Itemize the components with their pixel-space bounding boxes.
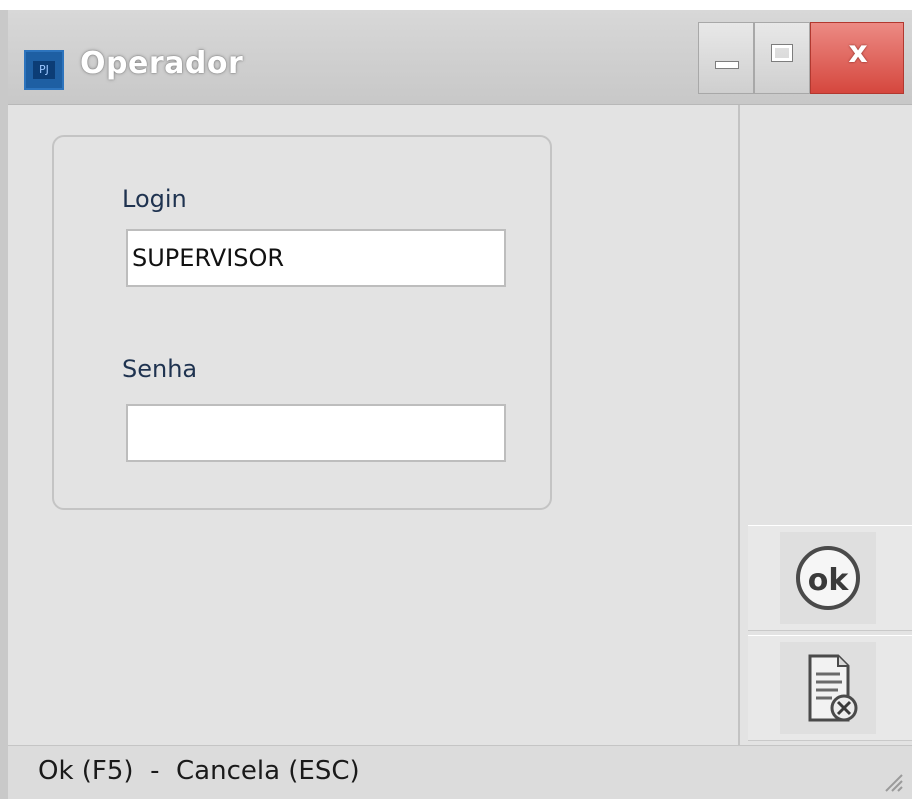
status-shortcuts-text: Ok (F5) - Cancela (ESC) <box>38 756 360 786</box>
login-input[interactable] <box>126 229 506 287</box>
close-button[interactable]: x <box>810 22 904 94</box>
ok-button[interactable]: ok <box>748 525 912 631</box>
title-bar[interactable]: PJ Operador x <box>8 10 912 105</box>
cancel-document-icon <box>808 654 858 722</box>
minimize-icon <box>715 61 739 69</box>
login-form-panel: Login Senha <box>52 135 552 510</box>
window-content: Login Senha ok <box>8 105 912 745</box>
password-input[interactable] <box>126 404 506 462</box>
maximize-button[interactable] <box>754 22 810 94</box>
resize-grip-icon[interactable] <box>880 769 904 793</box>
close-icon: x <box>848 35 868 70</box>
maximize-icon <box>771 44 793 62</box>
password-label: Senha <box>122 355 198 383</box>
ok-icon: ok <box>796 546 860 610</box>
ok-icon-area: ok <box>780 532 876 624</box>
login-label: Login <box>122 185 187 213</box>
minimize-button[interactable] <box>698 22 754 94</box>
app-logo-icon[interactable]: PJ <box>24 50 64 90</box>
status-bar: Ok (F5) - Cancela (ESC) <box>8 745 912 799</box>
cancel-button[interactable] <box>748 635 912 741</box>
action-sidebar: ok <box>738 105 912 745</box>
operador-window: PJ Operador x Login Senha <box>0 10 912 799</box>
window-controls: x <box>698 22 904 94</box>
ok-icon-text: ok <box>808 563 850 598</box>
app-logo-text: PJ <box>33 61 55 79</box>
window-title: Operador <box>80 46 244 81</box>
cancel-icon-area <box>780 642 876 734</box>
